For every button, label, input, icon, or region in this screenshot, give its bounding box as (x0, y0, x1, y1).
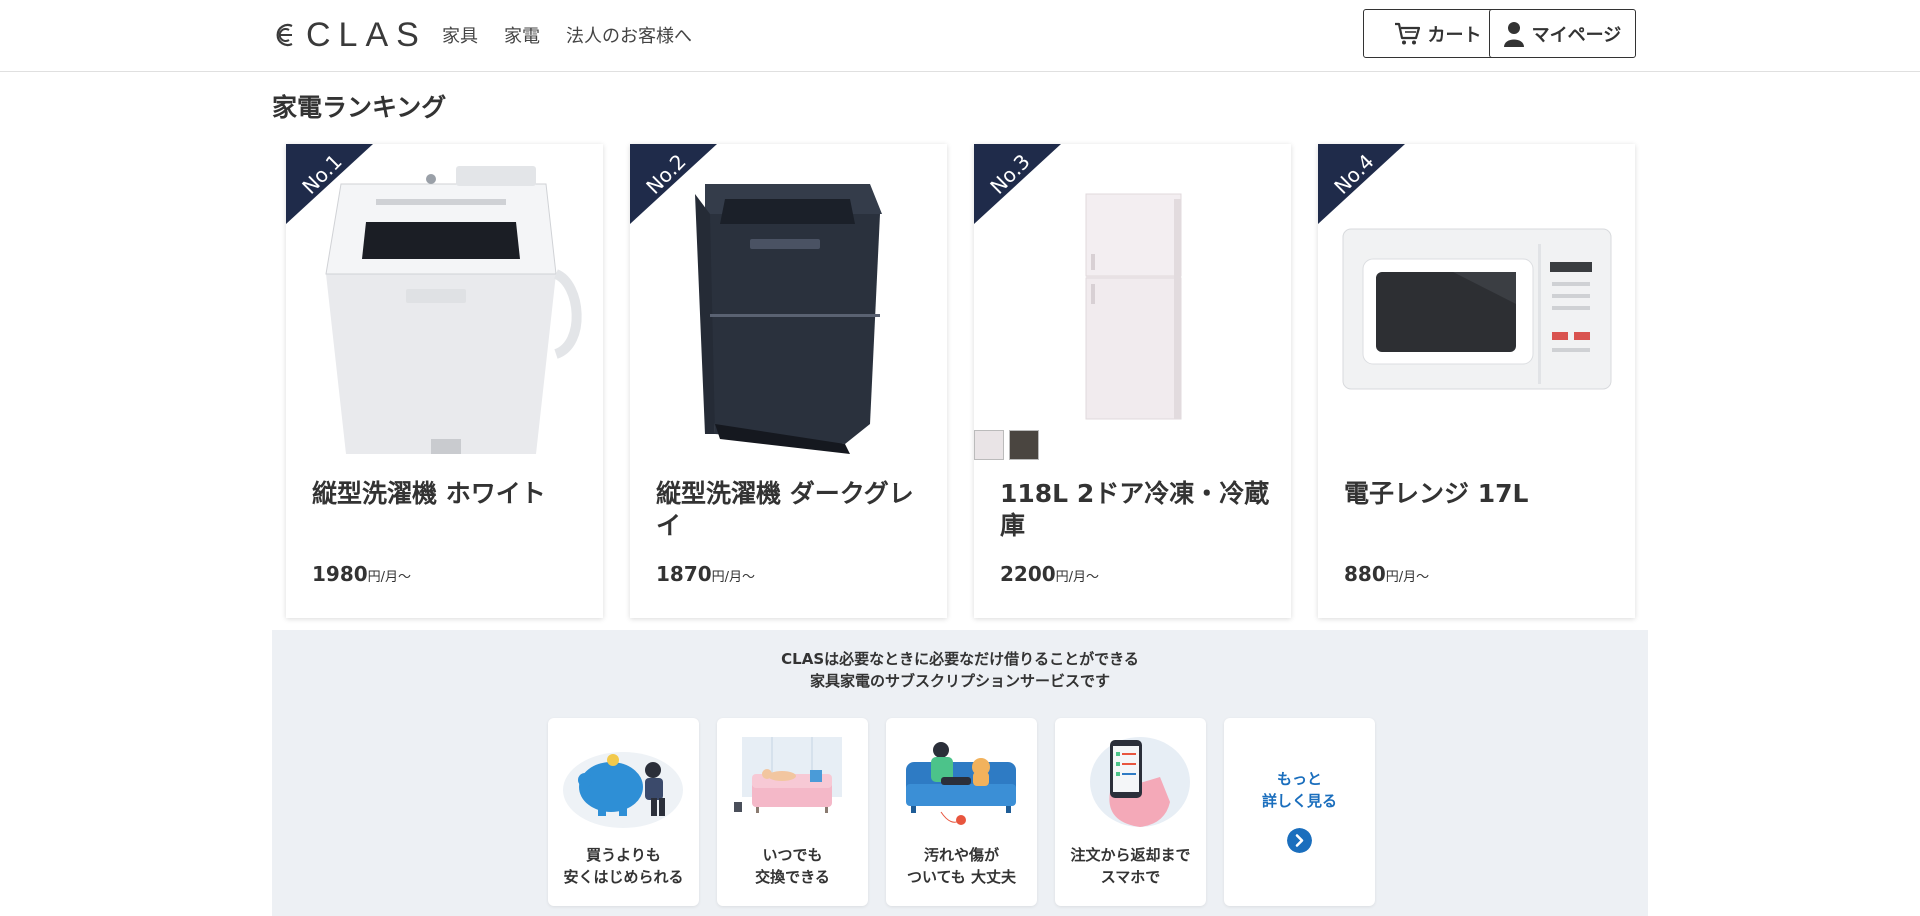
feature-label: 買うよりも 安くはじめられる (563, 846, 684, 886)
about-line-1: CLASは必要なときに必要なだけ借りることができる (781, 650, 1139, 668)
nav-furniture[interactable]: 家具 (442, 22, 478, 48)
sofa-illustration (734, 737, 842, 813)
user-icon (1503, 21, 1524, 47)
clas-logo[interactable]: CLAS (272, 15, 427, 54)
feature-label: いつでも 交換できる (755, 846, 830, 886)
product-price: 1870円/月〜 (656, 562, 755, 586)
logo-text: CLAS (306, 15, 427, 54)
price-value: 2200 (1000, 562, 1056, 586)
chevron-right-icon[interactable] (1287, 828, 1312, 853)
mypage-button[interactable]: マイページ (1489, 9, 1636, 58)
color-swatch-white[interactable] (974, 430, 1004, 460)
feature-card[interactable]: 買うよりも 安くはじめられる (548, 718, 699, 906)
about-line-2: 家具家電のサブスクリプションサービスです (809, 672, 1110, 690)
product-card[interactable]: No.3 118L 2ドア冷凍・冷蔵庫 2200円/月〜 (974, 144, 1291, 618)
price-unit: 円/月〜 (1055, 570, 1100, 585)
more-details-card[interactable]: もっと 詳しく見る (1224, 718, 1375, 906)
nav-appliances[interactable]: 家電 (504, 22, 540, 48)
price-value: 1980 (312, 562, 368, 586)
price-unit: 円/月〜 (367, 570, 412, 585)
feature-card[interactable]: 注文から返却まで スマホで (1055, 718, 1206, 906)
nav-business[interactable]: 法人のお客様へ (566, 22, 692, 48)
product-name: 縦型洗濯機 ダークグレイ (656, 479, 914, 540)
main-nav: 家具 家電 法人のお客様へ (442, 22, 692, 48)
product-name: 縦型洗濯機 ホワイト (312, 479, 546, 508)
price-unit: 円/月〜 (1385, 570, 1430, 585)
about-section: CLASは必要なときに必要なだけ借りることができる 家具家電のサブスクリプション… (272, 630, 1648, 916)
about-text: CLASは必要なときに必要なだけ借りることができる 家具家電のサブスクリプション… (272, 648, 1648, 692)
product-card[interactable]: No.1 縦型洗濯機 ホワイト 1980円/月〜 (286, 144, 603, 618)
feature-card[interactable]: いつでも 交換できる (717, 718, 868, 906)
color-swatches (974, 430, 1039, 460)
site-header: CLAS 家具 家電 法人のお客様へ カート マイページ (0, 0, 1920, 72)
clas-logo-icon (276, 23, 293, 47)
feature-label: 汚れや傷が ついても 大丈夫 (906, 846, 1017, 886)
couch-cat-illustration (906, 742, 1016, 825)
ranking-title: 家電ランキング (272, 93, 447, 122)
price-value: 1870 (656, 562, 712, 586)
cart-icon (1394, 22, 1420, 44)
more-details-label: もっと 詳しく見る (1261, 770, 1337, 810)
product-price: 880円/月〜 (1344, 562, 1429, 586)
feature-label: 注文から返却まで スマホで (1070, 846, 1191, 886)
product-card[interactable]: No.4 電子レンジ 17L 880円/月〜 (1318, 144, 1635, 618)
smartphone-illustration (1090, 737, 1190, 827)
price-unit: 円/月〜 (711, 570, 756, 585)
piggy-bank-illustration (563, 752, 683, 828)
product-price: 2200円/月〜 (1000, 562, 1099, 586)
product-name: 118L 2ドア冷凍・冷蔵庫 (1000, 479, 1270, 540)
product-name: 電子レンジ 17L (1344, 479, 1529, 508)
cart-label: カート (1427, 24, 1482, 46)
product-card[interactable]: No.2 縦型洗濯機 ダークグレイ 1870円/月〜 (630, 144, 947, 618)
feature-card[interactable]: 汚れや傷が ついても 大丈夫 (886, 718, 1037, 906)
price-value: 880 (1344, 562, 1386, 586)
product-price: 1980円/月〜 (312, 562, 411, 586)
mypage-label: マイページ (1531, 24, 1622, 46)
color-swatch-brown[interactable] (1009, 430, 1039, 460)
